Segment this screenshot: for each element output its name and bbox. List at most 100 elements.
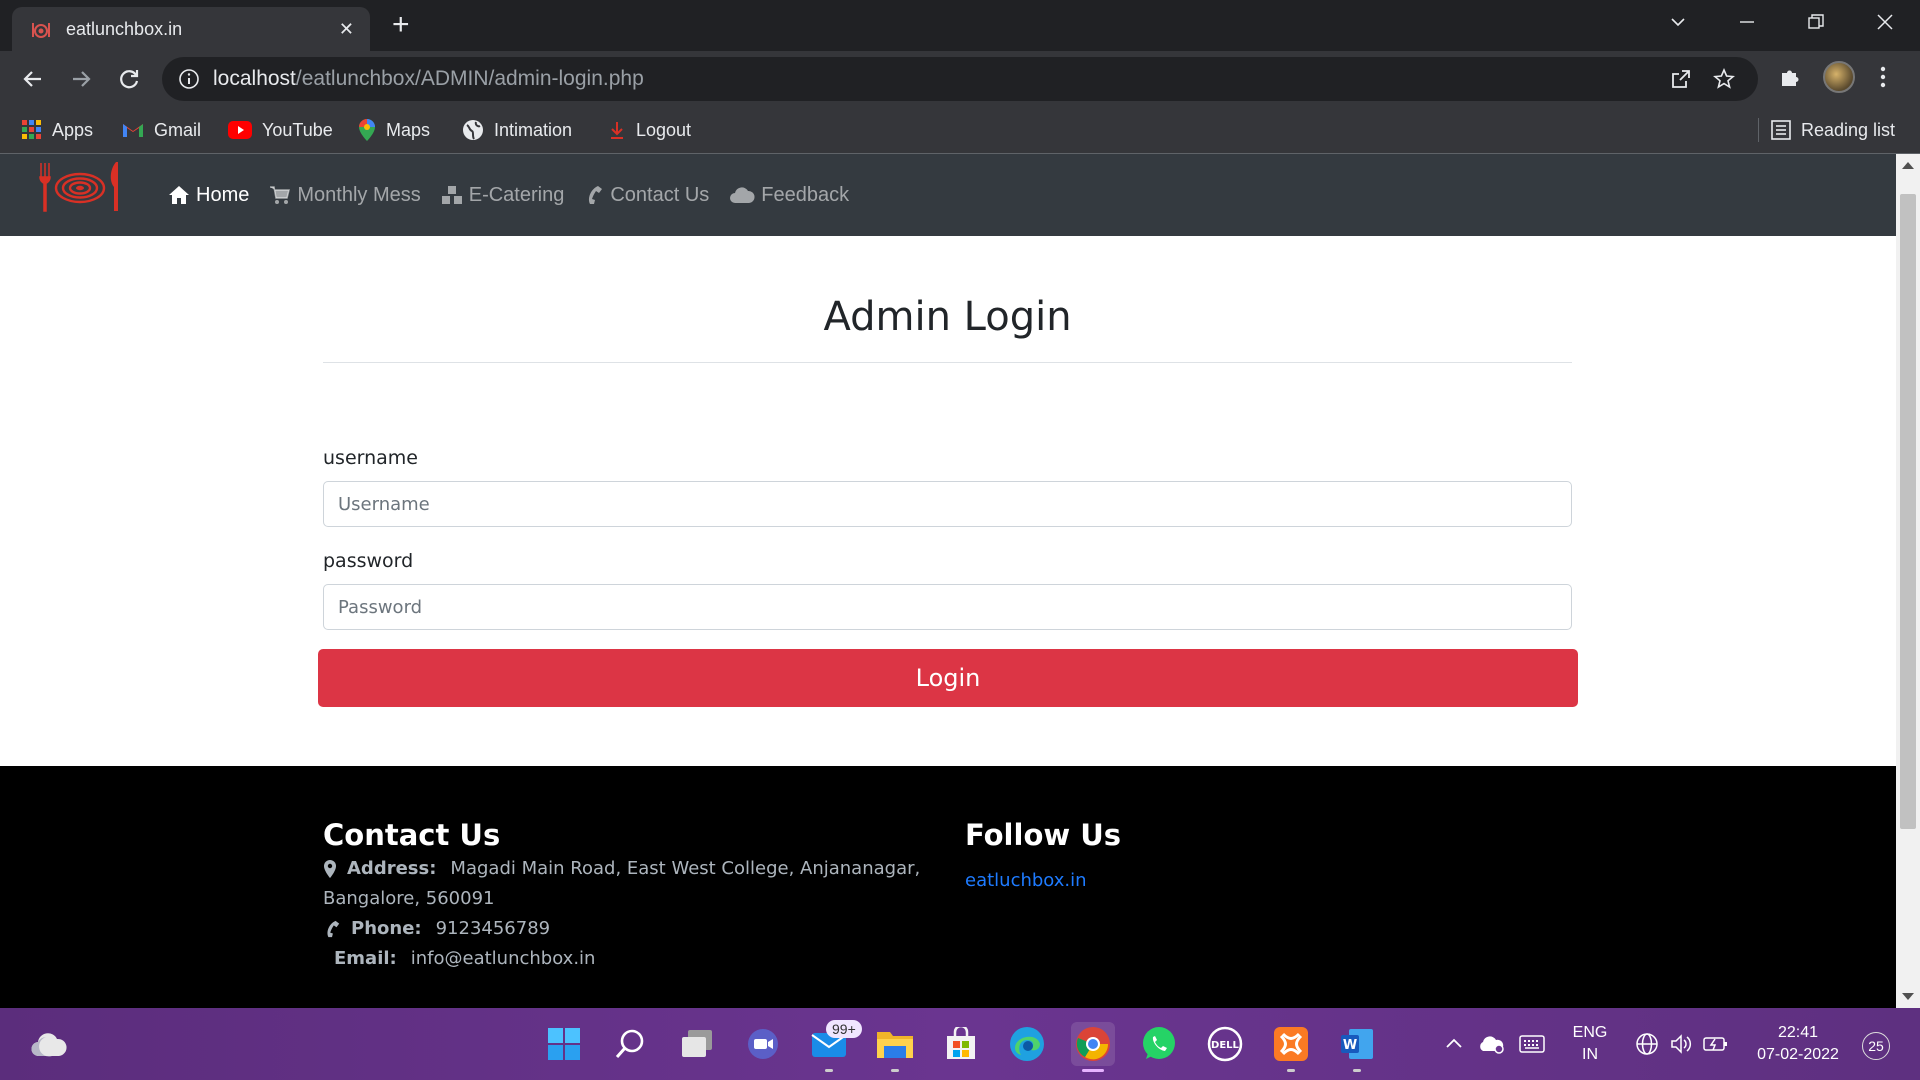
nav-home-label: Home — [196, 183, 250, 206]
reading-list-button[interactable]: Reading list — [1771, 106, 1895, 154]
keyboard-icon[interactable] — [1510, 1022, 1554, 1066]
windows-start-icon[interactable] — [542, 1022, 586, 1066]
bookmark-label: YouTube — [262, 119, 333, 140]
nav-monthly-mess[interactable]: Monthly Mess — [269, 184, 421, 207]
download-arrow-icon — [608, 119, 626, 141]
page-viewport: Home Monthly Mess E-Catering Contact Us — [0, 154, 1896, 1008]
site-navbar: Home Monthly Mess E-Catering Contact Us — [0, 154, 1896, 236]
browser-tab[interactable]: eatlunchbox.in ✕ — [12, 7, 370, 51]
bookmarks-divider — [1758, 118, 1759, 142]
maps-icon — [358, 118, 376, 142]
active-app-indicator — [1082, 1069, 1104, 1072]
bookmark-label: Maps — [386, 119, 431, 140]
bookmark-gmail[interactable]: Gmail — [122, 106, 201, 154]
whatsapp-icon[interactable] — [1137, 1022, 1181, 1066]
teams-chat-icon[interactable] — [741, 1022, 785, 1066]
share-icon[interactable] — [1670, 68, 1692, 90]
edge-browser-icon[interactable] — [1005, 1022, 1049, 1066]
site-info-icon[interactable] — [178, 68, 200, 90]
scroll-thumb[interactable] — [1900, 194, 1916, 829]
bookmark-label: Intimation — [494, 119, 573, 140]
nav-home[interactable]: Home — [168, 184, 249, 207]
reload-icon[interactable] — [116, 66, 142, 92]
cloud-icon — [729, 186, 755, 204]
nav-feedback[interactable]: Feedback — [729, 184, 849, 207]
bookmark-youtube[interactable]: YouTube — [228, 106, 333, 154]
bookmarks-bar: Apps Gmail YouTube Maps Intimation Logou… — [0, 106, 1920, 154]
search-icon[interactable] — [608, 1022, 652, 1066]
weather-cloud-icon[interactable] — [27, 1022, 71, 1066]
close-tab-icon[interactable]: ✕ — [339, 20, 354, 38]
close-window-icon[interactable] — [1875, 12, 1895, 32]
tab-search-icon[interactable] — [1668, 12, 1688, 32]
username-input[interactable] — [323, 481, 1572, 527]
notification-count-badge[interactable]: 25 — [1862, 1032, 1890, 1060]
site-footer: Contact Us Address: Magadi Main Road, Ea… — [0, 766, 1896, 1008]
bookmark-intimation[interactable]: Intimation — [462, 106, 572, 154]
map-marker-icon — [323, 859, 337, 879]
eatlunchbox-logo[interactable] — [35, 159, 125, 215]
kebab-menu-icon[interactable] — [1878, 65, 1888, 89]
reading-list-icon — [1771, 120, 1791, 140]
extensions-puzzle-icon[interactable] — [1778, 65, 1802, 89]
username-label: username — [323, 447, 418, 469]
footer-email: Email: info@eatlunchbox.in — [334, 948, 595, 969]
page-scrollbar[interactable] — [1896, 154, 1920, 1008]
address-line1: Magadi Main Road, East West College, Anj… — [450, 858, 921, 879]
onedrive-icon[interactable] — [1469, 1022, 1513, 1066]
language-bottom: IN — [1582, 1046, 1598, 1063]
running-indicator — [825, 1069, 833, 1072]
apps-grid-icon — [22, 120, 42, 140]
title-divider — [323, 362, 1572, 363]
login-button[interactable]: Login — [318, 649, 1578, 707]
clock-time: 22:41 — [1777, 1024, 1819, 1041]
youtube-icon — [228, 121, 252, 139]
cubes-icon — [441, 185, 463, 205]
language-indicator[interactable]: ENG IN — [1560, 1022, 1620, 1066]
back-arrow-icon[interactable] — [20, 66, 46, 92]
footer-address-line2: Bangalore, 560091 — [323, 888, 495, 909]
bookmark-star-icon[interactable] — [1713, 68, 1735, 90]
profile-avatar[interactable] — [1823, 61, 1855, 93]
svg-text:DELL: DELL — [1211, 1040, 1240, 1051]
new-tab-icon[interactable]: + — [392, 10, 410, 40]
bookmark-apps[interactable]: Apps — [22, 106, 93, 154]
email-label: Email: — [334, 948, 397, 969]
address-bar[interactable]: localhost/eatlunchbox/ADMIN/admin-login.… — [162, 57, 1758, 101]
nav-feedback-label: Feedback — [761, 183, 850, 206]
password-input[interactable] — [323, 584, 1572, 630]
nav-contact-us[interactable]: Contact Us — [584, 184, 709, 207]
url-text: localhost/eatlunchbox/ADMIN/admin-login.… — [213, 67, 644, 91]
forward-arrow-icon[interactable] — [68, 66, 94, 92]
footer-address: Address: Magadi Main Road, East West Col… — [323, 858, 920, 879]
running-indicator — [1287, 1069, 1295, 1072]
running-indicator — [1353, 1069, 1361, 1072]
browser-toolbar: localhost/eatlunchbox/ADMIN/admin-login.… — [0, 51, 1920, 106]
site-nav-menu: Home Monthly Mess E-Catering Contact Us — [168, 154, 849, 236]
gmail-icon — [122, 122, 144, 138]
bookmark-logout[interactable]: Logout — [608, 106, 691, 154]
running-indicator — [891, 1069, 899, 1072]
task-view-icon[interactable] — [675, 1022, 719, 1066]
phone-icon — [584, 185, 604, 205]
dell-icon[interactable]: DELL — [1203, 1022, 1247, 1066]
battery-charging-icon[interactable] — [1694, 1022, 1738, 1066]
minimize-icon[interactable] — [1737, 12, 1757, 32]
page-title: Admin Login — [823, 294, 1072, 340]
clock[interactable]: 22:41 07-02-2022 — [1748, 1022, 1848, 1066]
restore-icon[interactable] — [1806, 12, 1826, 32]
chrome-browser-icon[interactable] — [1071, 1022, 1115, 1072]
xampp-icon[interactable] — [1269, 1022, 1313, 1072]
footer-phone: Phone: 9123456789 — [323, 918, 550, 939]
language-top: ENG — [1572, 1024, 1608, 1041]
microsoft-store-icon[interactable] — [939, 1022, 983, 1066]
phone-icon — [323, 920, 341, 938]
word-icon[interactable]: W — [1335, 1022, 1379, 1072]
file-explorer-icon[interactable] — [873, 1022, 917, 1072]
scroll-up-arrow-icon[interactable] — [1902, 162, 1914, 169]
nav-e-catering[interactable]: E-Catering — [441, 184, 564, 207]
scroll-down-arrow-icon[interactable] — [1902, 993, 1914, 1000]
bookmark-maps[interactable]: Maps — [358, 106, 430, 154]
globe-icon — [462, 119, 484, 141]
follow-link[interactable]: eatluchbox.in — [965, 870, 1087, 891]
